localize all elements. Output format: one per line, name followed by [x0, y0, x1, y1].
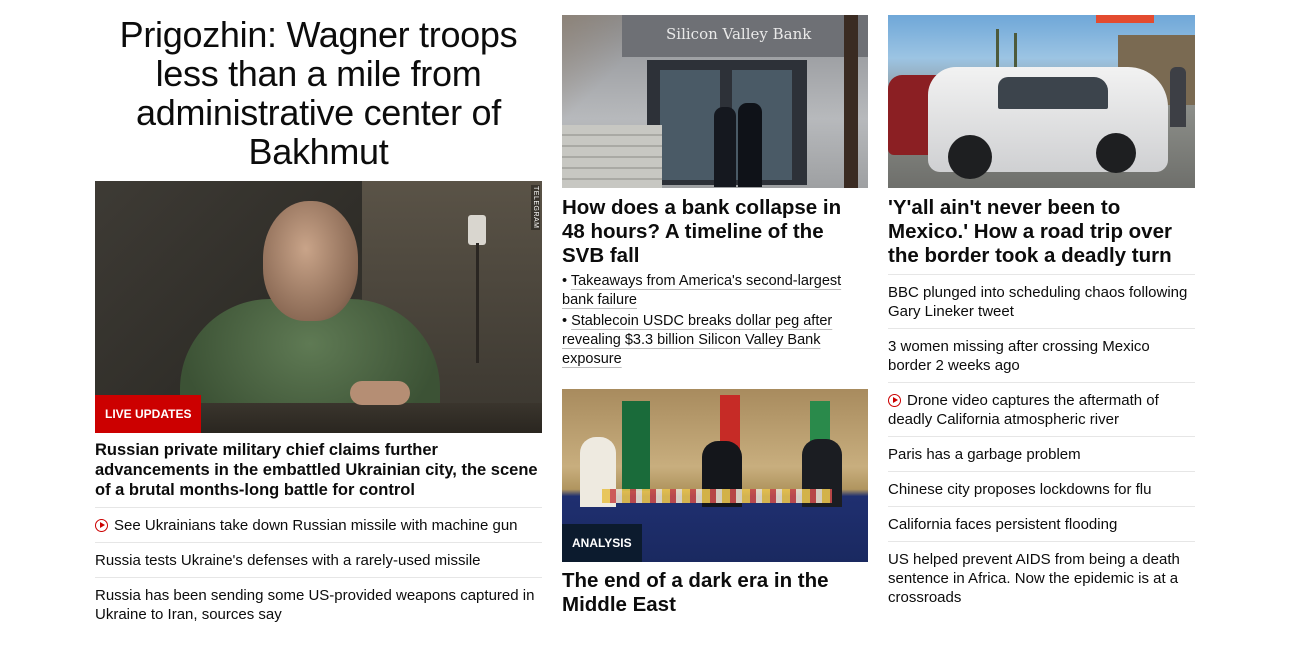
image-sign: [1096, 15, 1154, 23]
svb-story-image[interactable]: Silicon Valley Bank: [562, 15, 868, 188]
image-officer: [714, 107, 736, 187]
image-glass: [660, 70, 720, 180]
related-link[interactable]: Russia has been sending some US-provided…: [95, 587, 534, 623]
image-wheel: [1096, 133, 1136, 173]
image-pole: [844, 15, 858, 188]
right-link-list: BBC plunged into scheduling chaos follow…: [888, 274, 1195, 614]
svb-bullet-list: • Takeaways from America's second-larges…: [562, 272, 852, 371]
story-link[interactable]: US helped prevent AIDS from being a deat…: [888, 551, 1180, 606]
list-item[interactable]: 3 women missing after crossing Mexico bo…: [888, 328, 1195, 382]
middle-east-headline[interactable]: The end of a dark era in the Middle East: [562, 569, 868, 617]
list-item[interactable]: Paris has a garbage problem: [888, 436, 1195, 471]
list-item[interactable]: California faces persistent flooding: [888, 506, 1195, 541]
story-link[interactable]: Drone video captures the aftermath of de…: [888, 392, 1159, 428]
image-credit: TELEGRAM: [531, 185, 540, 230]
image-flag: [622, 401, 650, 491]
list-item[interactable]: Russia has been sending some US-provided…: [95, 577, 542, 631]
play-icon: [888, 394, 901, 407]
mexico-story-image[interactable]: [888, 15, 1195, 188]
image-bank-sign: Silicon Valley Bank: [622, 15, 868, 57]
mexico-headline[interactable]: 'Y'all ain't never been to Mexico.' How …: [888, 196, 1195, 268]
bullet-link[interactable]: Stablecoin USDC breaks dollar peg after …: [562, 313, 832, 367]
lead-headline[interactable]: Prigozhin: Wagner troops less than a mil…: [95, 0, 542, 175]
list-item[interactable]: Russia tests Ukraine's defenses with a r…: [95, 542, 542, 577]
lead-story-image[interactable]: TELEGRAM LIVE UPDATES: [95, 181, 542, 433]
image-stairs: [562, 125, 662, 188]
story-link[interactable]: Paris has a garbage problem: [888, 446, 1081, 463]
play-icon: [95, 519, 108, 532]
analysis-badge[interactable]: ANALYSIS: [562, 524, 642, 562]
related-link[interactable]: See Ukrainians take down Russian missile…: [114, 517, 518, 534]
lead-story-column: Prigozhin: Wagner troops less than a mil…: [95, 0, 542, 623]
story-link[interactable]: Chinese city proposes lockdowns for flu: [888, 481, 1151, 498]
svb-headline[interactable]: How does a bank collapse in 48 hours? A …: [562, 196, 868, 268]
live-updates-badge[interactable]: LIVE UPDATES: [95, 395, 202, 433]
story-link[interactable]: 3 women missing after crossing Mexico bo…: [888, 338, 1150, 374]
bullet-link[interactable]: Takeaways from America's second-largest …: [562, 273, 841, 308]
list-item[interactable]: • Stablecoin USDC breaks dollar peg afte…: [562, 312, 852, 369]
lead-related-list: See Ukrainians take down Russian missile…: [95, 507, 542, 631]
list-item[interactable]: Chinese city proposes lockdowns for flu: [888, 471, 1195, 506]
image-officer: [738, 103, 762, 187]
story-link[interactable]: California faces persistent flooding: [888, 516, 1117, 533]
list-item[interactable]: • Takeaways from America's second-larges…: [562, 272, 852, 310]
middle-east-story-image[interactable]: ANALYSIS: [562, 389, 868, 562]
story-link[interactable]: BBC plunged into scheduling chaos follow…: [888, 284, 1187, 320]
image-outlet: [468, 215, 486, 245]
related-link[interactable]: Russia tests Ukraine's defenses with a r…: [95, 552, 481, 569]
image-person-head: [263, 201, 358, 321]
image-van-window: [998, 77, 1108, 109]
image-hand: [350, 381, 410, 405]
bank-sign-text: Silicon Valley Bank: [666, 25, 812, 43]
list-item[interactable]: See Ukrainians take down Russian missile…: [95, 507, 542, 542]
lead-subheadline[interactable]: Russian private military chief claims fu…: [95, 440, 542, 500]
list-item[interactable]: Drone video captures the aftermath of de…: [888, 382, 1195, 436]
image-person: [1170, 67, 1186, 127]
image-wheel: [948, 135, 992, 179]
image-cable: [476, 243, 479, 363]
list-item[interactable]: US helped prevent AIDS from being a deat…: [888, 541, 1195, 614]
list-item[interactable]: BBC plunged into scheduling chaos follow…: [888, 274, 1195, 328]
image-flowers: [602, 489, 832, 503]
